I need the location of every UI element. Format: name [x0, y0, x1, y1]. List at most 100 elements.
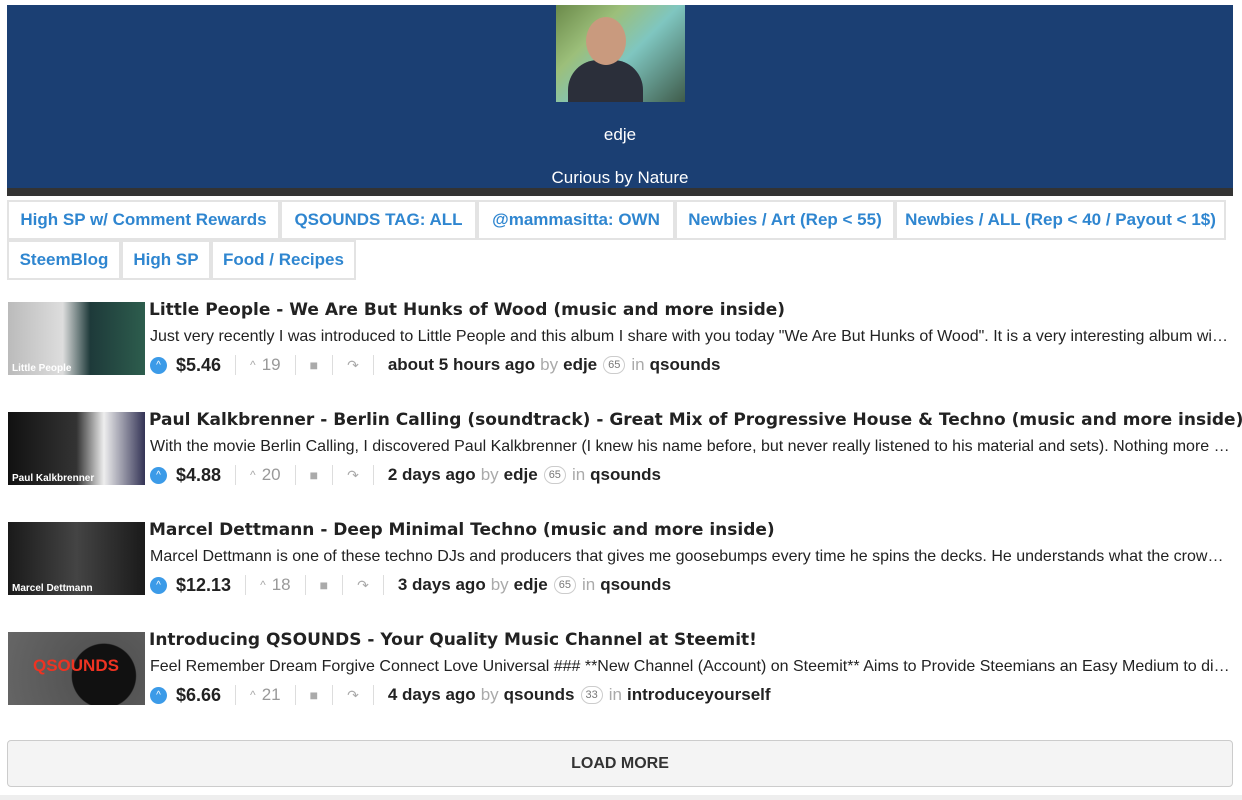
in-label: in — [631, 355, 645, 374]
by-label: by — [480, 465, 499, 484]
tab-qsounds-tag-all[interactable]: QSOUNDS TAG: ALL — [280, 200, 477, 240]
post-meta: ^ $12.13 ^ 18 ■ ↷ 3 days ago by edje 65 … — [150, 573, 671, 597]
profile-header: edje Curious by Nature — [7, 5, 1233, 188]
chevron-up-icon: ^ — [250, 468, 256, 482]
divider — [332, 685, 334, 705]
payout[interactable]: $6.66 — [176, 685, 221, 706]
divider — [382, 575, 384, 595]
divider — [294, 465, 296, 485]
tab-high-sp[interactable]: High SP — [121, 240, 211, 280]
post-category[interactable]: introduceyourself — [627, 685, 771, 705]
vote-count[interactable]: 20 — [262, 465, 281, 485]
post-time[interactable]: 3 days ago — [398, 575, 486, 595]
post-excerpt[interactable]: Just very recently I was introduced to L… — [150, 328, 1230, 346]
reputation-badge: 33 — [580, 686, 603, 704]
divider — [235, 465, 237, 485]
thumbnail-caption: Little People — [12, 363, 72, 374]
upvote-icon[interactable]: ^ — [150, 466, 167, 484]
post-title[interactable]: Little People - We Are But Hunks of Wood… — [149, 300, 785, 320]
payout[interactable]: $12.13 — [176, 575, 231, 596]
divider — [332, 465, 334, 485]
post-author[interactable]: qsounds — [504, 685, 575, 705]
chevron-up-icon: ^ — [250, 688, 256, 702]
by-label: by — [540, 355, 559, 374]
resteem-icon[interactable]: ↷ — [347, 467, 359, 484]
divider — [372, 355, 374, 375]
post-meta: ^ $6.66 ^ 21 ■ ↷ 4 days ago by qsounds 3… — [150, 683, 771, 707]
post-author[interactable]: edje — [514, 575, 548, 595]
divider — [342, 575, 344, 595]
thumbnail-caption: QSOUNDS — [33, 656, 119, 675]
post-title[interactable]: Marcel Dettmann - Deep Minimal Techno (m… — [149, 520, 775, 540]
post-category[interactable]: qsounds — [650, 355, 721, 375]
resteem-icon[interactable]: ↷ — [357, 577, 369, 594]
in-label: in — [571, 465, 586, 484]
divider — [372, 465, 374, 485]
upvote-icon[interactable]: ^ — [150, 576, 167, 594]
profile-name[interactable]: edje — [7, 125, 1233, 145]
comment-icon[interactable]: ■ — [320, 577, 328, 593]
tab-high-sp-comment-rewards[interactable]: High SP w/ Comment Rewards — [7, 200, 280, 240]
tab-newbies-all[interactable]: Newbies / ALL (Rep < 40 / Payout < 1$) — [895, 200, 1226, 240]
reputation-badge: 65 — [553, 576, 576, 594]
post-thumbnail[interactable]: Marcel Dettmann — [8, 522, 145, 595]
post-excerpt[interactable]: With the movie Berlin Calling, I discove… — [150, 438, 1230, 456]
divider — [294, 355, 296, 375]
post-author[interactable]: edje — [563, 355, 597, 375]
upvote-icon[interactable]: ^ — [150, 686, 167, 704]
post-item: Marcel Dettmann Marcel Dettmann - Deep M… — [8, 520, 1233, 600]
tab-food-recipes[interactable]: Food / Recipes — [211, 240, 356, 280]
divider — [304, 575, 306, 595]
comment-icon[interactable]: ■ — [310, 357, 318, 373]
thumbnail-caption: Paul Kalkbrenner — [12, 473, 95, 484]
post-item: Paul Kalkbrenner Paul Kalkbrenner - Berl… — [8, 410, 1242, 490]
payout[interactable]: $5.46 — [176, 355, 221, 376]
load-more-button[interactable]: LOAD MORE — [7, 740, 1233, 787]
divider — [235, 355, 237, 375]
post-title[interactable]: Introducing QSOUNDS - Your Quality Music… — [149, 630, 757, 650]
vote-count[interactable]: 18 — [272, 575, 291, 595]
post-author[interactable]: edje — [504, 465, 538, 485]
divider — [235, 685, 237, 705]
post-excerpt[interactable]: Feel Remember Dream Forgive Connect Love… — [150, 658, 1230, 676]
divider — [372, 685, 374, 705]
vote-count[interactable]: 19 — [262, 355, 281, 375]
post-thumbnail[interactable]: Little People — [8, 302, 145, 375]
in-label: in — [608, 685, 622, 704]
tab-newbies-art[interactable]: Newbies / Art (Rep < 55) — [675, 200, 895, 240]
comment-icon[interactable]: ■ — [310, 687, 318, 703]
tab-mammasitta-own[interactable]: @mammasitta: OWN — [477, 200, 675, 240]
resteem-icon[interactable]: ↷ — [347, 687, 359, 704]
thumbnail-caption: Marcel Dettmann — [12, 583, 93, 594]
post-category[interactable]: qsounds — [600, 575, 671, 595]
divider — [245, 575, 247, 595]
upvote-icon[interactable]: ^ — [150, 356, 167, 374]
post-meta: ^ $4.88 ^ 20 ■ ↷ 2 days ago by edje 65 i… — [150, 463, 661, 487]
post-thumbnail[interactable]: Paul Kalkbrenner — [8, 412, 145, 485]
post-title[interactable]: Paul Kalkbrenner - Berlin Calling (sound… — [149, 410, 1242, 430]
divider — [294, 685, 296, 705]
reputation-badge: 65 — [603, 356, 626, 374]
comment-icon[interactable]: ■ — [310, 467, 318, 483]
post-category[interactable]: qsounds — [590, 465, 661, 485]
post-excerpt[interactable]: Marcel Dettmann is one of these techno D… — [150, 548, 1230, 566]
resteem-icon[interactable]: ↷ — [347, 357, 359, 374]
post-time[interactable]: 4 days ago — [388, 685, 476, 705]
post-time[interactable]: about 5 hours ago — [388, 355, 535, 375]
vote-count[interactable]: 21 — [262, 685, 281, 705]
by-label: by — [490, 575, 509, 594]
tab-steemblog[interactable]: SteemBlog — [7, 240, 121, 280]
post-time[interactable]: 2 days ago — [388, 465, 476, 485]
avatar[interactable] — [556, 5, 685, 102]
profile-bio: Curious by Nature — [551, 168, 689, 187]
chevron-up-icon: ^ — [260, 578, 266, 592]
post-thumbnail[interactable]: QSOUNDS — [8, 632, 145, 705]
post-item: Little People Little People - We Are But… — [8, 300, 1233, 380]
post-meta: ^ $5.46 ^ 19 ■ ↷ about 5 hours ago by ed… — [150, 353, 720, 377]
divider — [332, 355, 334, 375]
in-label: in — [581, 575, 596, 594]
chevron-up-icon: ^ — [250, 358, 256, 372]
divider — [7, 188, 1233, 196]
payout[interactable]: $4.88 — [176, 465, 221, 486]
reputation-badge: 65 — [543, 466, 566, 484]
